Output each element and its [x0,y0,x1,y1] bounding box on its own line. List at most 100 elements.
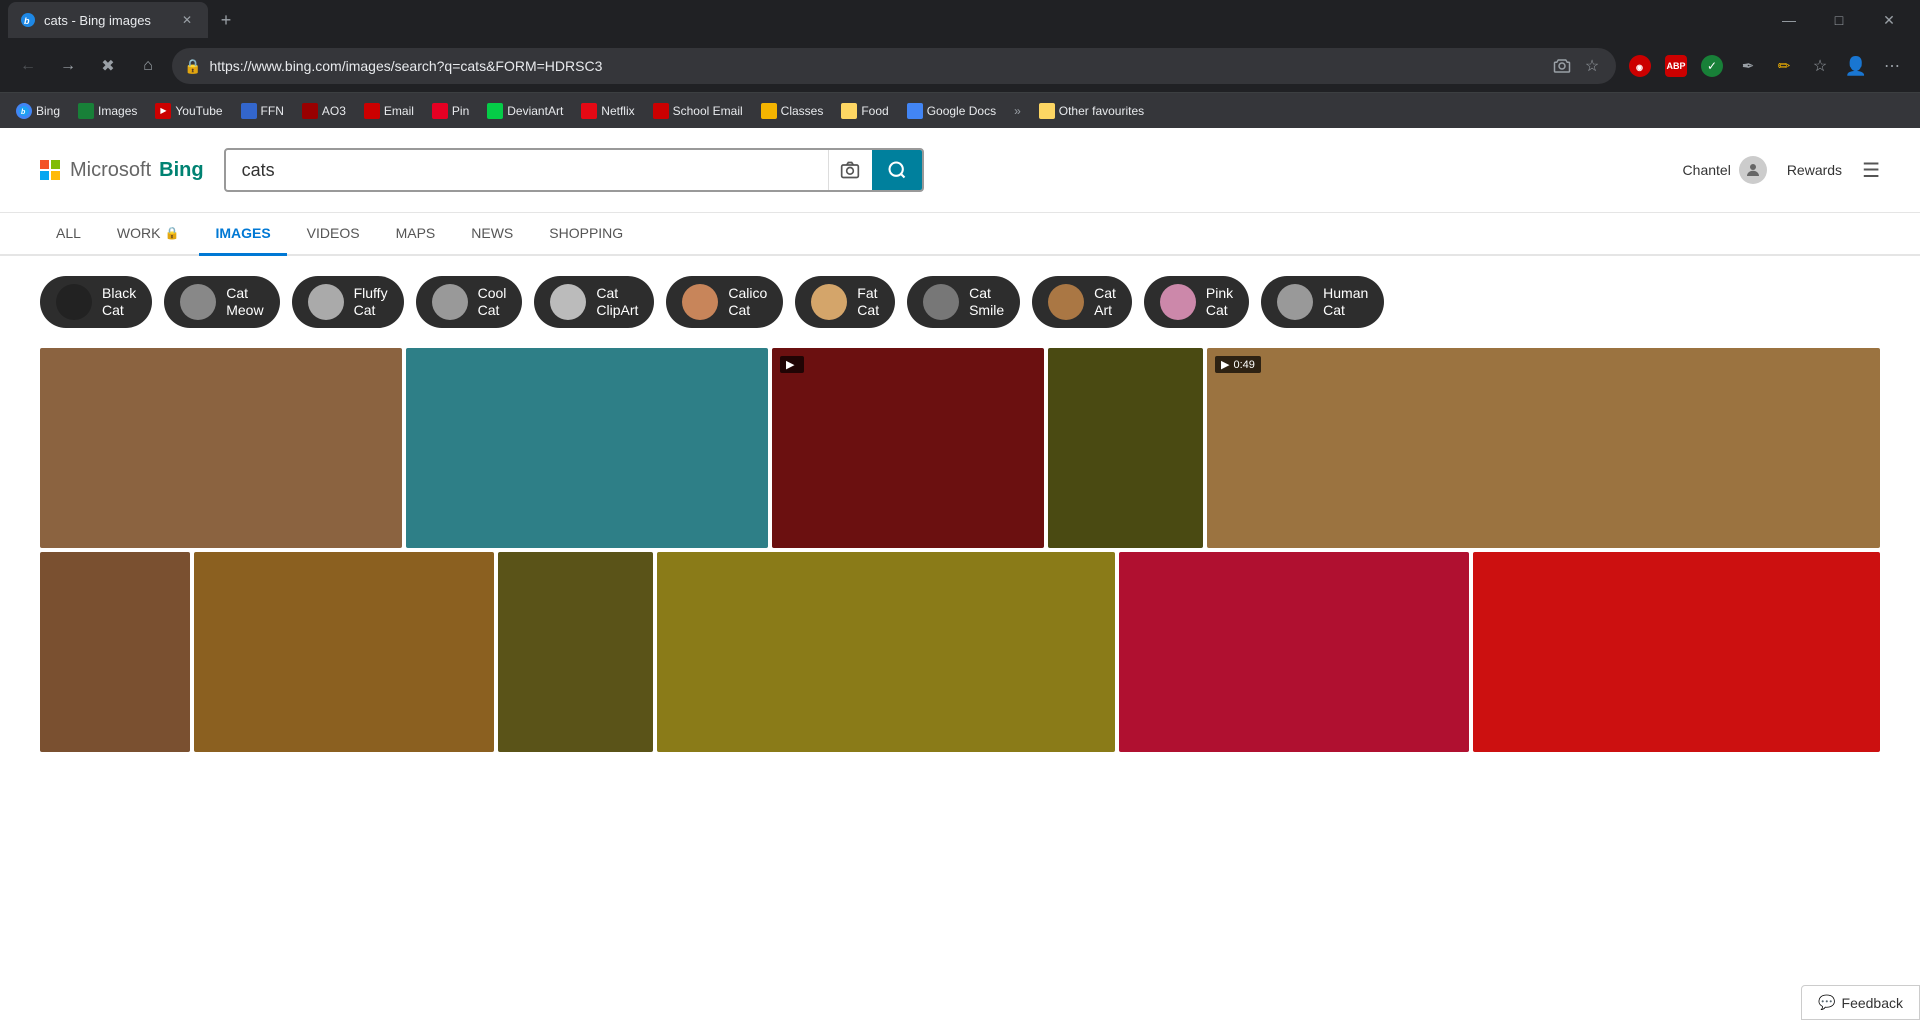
tab-news[interactable]: NEWS [455,213,529,256]
extension-check-icon[interactable]: ✓ [1696,50,1728,82]
pill-fat-cat-text: FatCat [857,285,879,319]
bookmark-email[interactable]: Email [356,99,422,123]
pill-calico-cat[interactable]: CalicoCat [666,276,783,328]
image-cell-4[interactable] [1048,348,1203,548]
tab-shopping[interactable]: SHOPPING [533,213,639,256]
bookmark-netflix[interactable]: Netflix [573,99,642,123]
window-controls: — □ ✕ [1766,0,1912,40]
header-right: Chantel Rewards ☰ [1683,156,1880,184]
bookmark-ffn[interactable]: FFN [233,99,292,123]
bookmark-email-label: Email [384,104,414,118]
bookmark-bing-label: Bing [36,104,60,118]
bookmark-pin[interactable]: Pin [424,99,477,123]
bookmark-school-email-label: School Email [673,104,743,118]
camera-search-icon[interactable] [828,148,872,192]
tab-all[interactable]: ALL [40,213,97,256]
feedback-button[interactable]: 💬 Feedback [1801,985,1920,1020]
active-tab[interactable]: b cats - Bing images ✕ [8,2,208,38]
new-tab-button[interactable]: + [212,6,240,34]
pill-cat-meow[interactable]: CatMeow [164,276,279,328]
pill-cat-art[interactable]: CatArt [1032,276,1132,328]
pill-fat-cat[interactable]: FatCat [795,276,895,328]
search-box[interactable] [224,148,924,192]
bookmark-ao3[interactable]: AO3 [294,99,354,123]
menu-button[interactable]: ⋯ [1876,50,1908,82]
tab-videos[interactable]: VIDEOS [291,213,376,256]
netflix-favicon [581,103,597,119]
bookmarks-more-button[interactable]: » [1006,100,1029,122]
minimize-button[interactable]: — [1766,0,1812,40]
bookmark-school-email[interactable]: School Email [645,99,751,123]
maximize-button[interactable]: □ [1816,0,1862,40]
user-avatar [1739,156,1767,184]
bookmark-other-favourites[interactable]: Other favourites [1031,99,1152,123]
pill-cat-meow-thumb [180,284,216,320]
pill-human-cat-thumb [1277,284,1313,320]
bing-favicon: b [16,103,32,119]
image-cell-10[interactable] [1119,552,1469,752]
image-cell-6[interactable] [40,552,190,752]
search-button[interactable] [872,148,922,192]
image-cell-11[interactable] [1473,552,1880,752]
bookmark-food[interactable]: Food [833,99,896,123]
extension-abp-icon[interactable]: ABP [1660,50,1692,82]
close-button[interactable]: ✕ [1866,0,1912,40]
back-button[interactable]: ← [12,50,44,82]
other-folder-icon [1039,103,1055,119]
bookmark-other-favourites-label: Other favourites [1059,104,1144,118]
bookmark-ffn-label: FFN [261,104,284,118]
camera-icon[interactable] [1550,54,1574,78]
pill-calico-cat-text: CalicoCat [728,285,767,319]
collections-icon[interactable]: ☆ [1804,50,1836,82]
pill-cat-smile[interactable]: CatSmile [907,276,1020,328]
image-cell-9[interactable] [657,552,1115,752]
bookmark-images[interactable]: Images [70,99,145,123]
profile-icon[interactable]: 👤 [1840,50,1872,82]
food-folder-icon [841,103,857,119]
ms-blue [40,171,49,180]
image-cell-1[interactable] [40,348,402,548]
pill-cat-art-thumb [1048,284,1084,320]
bookmark-classes[interactable]: Classes [753,99,832,123]
image-cell-5[interactable]: ▶ 0:49 [1207,348,1880,548]
pill-fluffy-cat[interactable]: FluffyCat [292,276,404,328]
home-button[interactable]: ⌂ [132,50,164,82]
extension-red-icon[interactable]: ◉ [1624,50,1656,82]
pill-cat-clipart[interactable]: CatClipArt [534,276,654,328]
user-info[interactable]: Chantel [1683,156,1767,184]
search-input[interactable] [226,160,828,181]
tab-work[interactable]: WORK 🔒 [101,213,196,256]
hamburger-menu[interactable]: ☰ [1862,158,1880,183]
pill-pink-cat[interactable]: PinkCat [1144,276,1249,328]
bookmark-google-docs[interactable]: Google Docs [899,99,1004,123]
extension-yellow-pen-icon[interactable]: ✏ [1768,50,1800,82]
adblock-icon: ABP [1665,55,1687,77]
rewards-button[interactable]: Rewards [1787,162,1842,178]
address-bar[interactable]: 🔒 https://www.bing.com/images/search?q=c… [172,48,1616,84]
star-icon[interactable]: ☆ [1580,54,1604,78]
reload-button[interactable]: ✖ [92,50,124,82]
address-icons: ☆ [1550,54,1604,78]
image-cell-2[interactable] [406,348,768,548]
bookmark-youtube[interactable]: ▶ YouTube [147,99,230,123]
image-cell-3[interactable]: ▶ [772,348,1044,548]
pill-cool-cat[interactable]: CoolCat [416,276,523,328]
browser-frame: b cats - Bing images ✕ + — □ ✕ ← → ✖ ⌂ 🔒… [0,0,1920,128]
bing-logo[interactable]: Microsoft Bing [40,159,204,182]
tab-close-button[interactable]: ✕ [178,11,196,29]
pill-human-cat[interactable]: HumanCat [1261,276,1384,328]
bookmark-deviantart[interactable]: DeviantArt [479,99,571,123]
work-lock-icon: 🔒 [164,226,179,240]
pill-black-cat[interactable]: BlackCat [40,276,152,328]
forward-button[interactable]: → [52,50,84,82]
pill-cat-clipart-thumb [550,284,586,320]
extension-pen-icon[interactable]: ✒ [1732,50,1764,82]
pill-cat-meow-text: CatMeow [226,285,263,319]
tab-images[interactable]: IMAGES [199,213,286,256]
bookmark-food-label: Food [861,104,888,118]
bookmark-bing[interactable]: b Bing [8,99,68,123]
svg-text:b: b [24,16,30,26]
image-cell-7[interactable] [194,552,494,752]
tab-maps[interactable]: MAPS [380,213,452,256]
image-cell-8[interactable] [498,552,653,752]
